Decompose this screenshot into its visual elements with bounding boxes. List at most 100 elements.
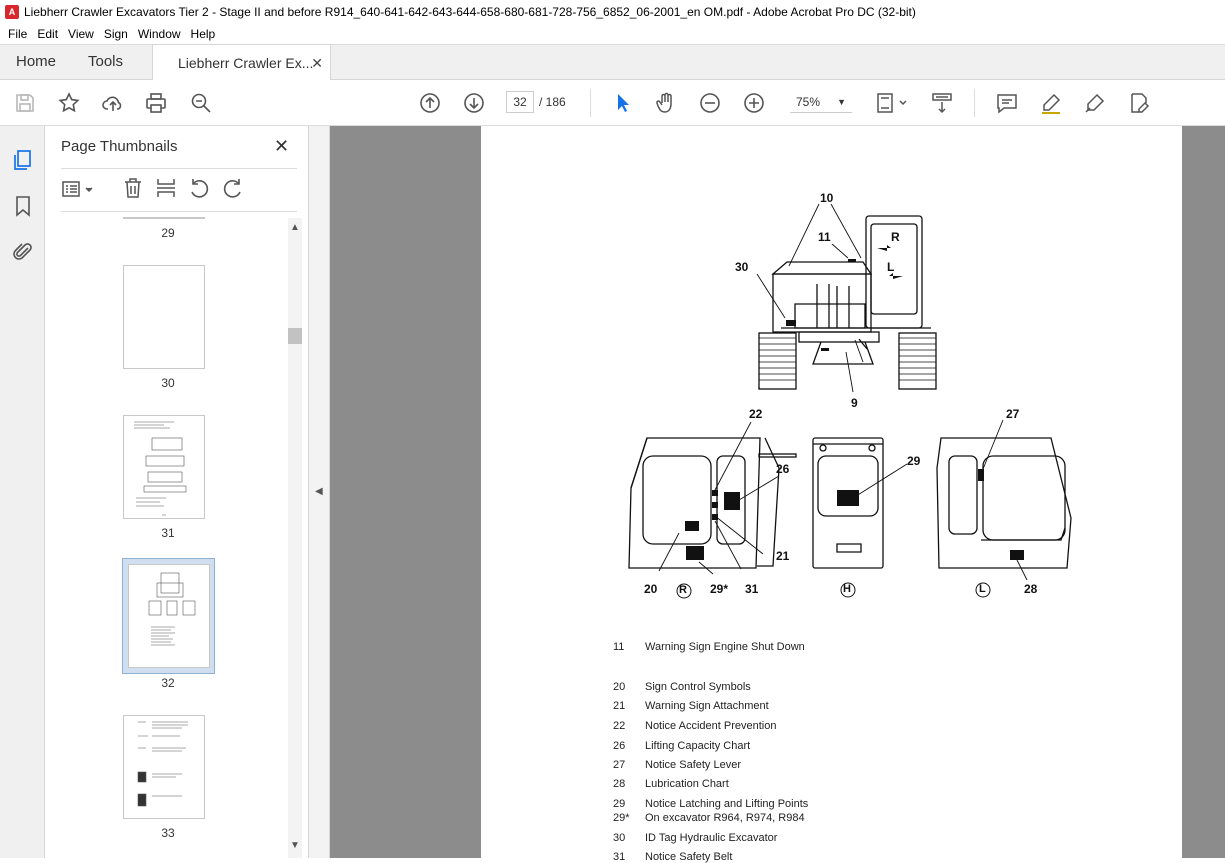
zoom-search-icon[interactable] xyxy=(188,90,214,116)
acrobat-app-icon: A xyxy=(5,4,19,19)
next-page-icon[interactable] xyxy=(461,90,487,116)
attachment-paperclip-icon[interactable] xyxy=(11,240,35,264)
view-mark-h: H xyxy=(843,583,851,595)
thumbnail-label-32: 32 xyxy=(161,676,175,690)
scroll-up-icon[interactable]: ▲ xyxy=(290,222,300,233)
divider xyxy=(61,168,297,169)
legend-text: Notice Latching and Lifting Points xyxy=(645,798,809,810)
window-title: Liebherr Crawler Excavators Tier 2 - Sta… xyxy=(24,4,916,19)
rotate-counterclockwise-icon[interactable] xyxy=(187,176,211,203)
select-cursor-icon[interactable] xyxy=(609,90,635,116)
tab-tools[interactable]: Tools xyxy=(88,45,123,80)
legend-number: 29 xyxy=(613,798,626,810)
diagram-label-10: 10 xyxy=(820,191,834,205)
diagram-label-11: 11 xyxy=(818,230,831,244)
chevron-left-icon[interactable]: ◀ xyxy=(315,486,323,497)
tab-document[interactable]: Liebherr Crawler Ex... ✕ xyxy=(152,44,331,81)
legend-text: Warning Sign Attachment xyxy=(645,700,769,712)
legend-text: Sign Control Symbols xyxy=(645,681,751,693)
upload-cloud-icon[interactable] xyxy=(100,90,126,116)
legend-number: 26 xyxy=(613,740,626,752)
hand-tool-icon[interactable] xyxy=(653,90,679,116)
delete-trash-icon[interactable] xyxy=(121,176,145,203)
pdf-page: 10 11 30 9 R L 22 26 21 20 29* 31 29 27 … xyxy=(481,126,1182,863)
left-navigation-rail xyxy=(0,126,45,858)
save-icon[interactable] xyxy=(12,90,38,116)
diagram-label-27: 27 xyxy=(1006,407,1020,421)
thumbnail-page-33[interactable] xyxy=(123,715,205,819)
thumbnail-page-32[interactable] xyxy=(128,564,210,668)
comment-icon[interactable] xyxy=(994,90,1020,116)
menu-window[interactable]: Window xyxy=(133,27,186,41)
toolbar-divider xyxy=(974,89,975,117)
menu-file[interactable]: File xyxy=(3,27,32,41)
view-mark-r: R xyxy=(679,584,687,596)
scroll-mode-icon[interactable] xyxy=(929,90,955,116)
zoom-level-dropdown[interactable]: 75% ▼ xyxy=(790,91,852,113)
diagram-label-26: 26 xyxy=(776,462,790,476)
legend-text: Notice Accident Prevention xyxy=(645,720,777,732)
page-fit-icon[interactable] xyxy=(874,90,910,116)
close-panel-icon[interactable]: ✕ xyxy=(274,136,289,157)
bookmark-icon[interactable] xyxy=(11,194,35,218)
diagram-label-28: 28 xyxy=(1024,582,1038,596)
tab-bar: Home Tools Liebherr Crawler Ex... ✕ xyxy=(0,44,1225,81)
legend-text: ID Tag Hydraulic Excavator xyxy=(645,832,778,844)
view-mark-l: L xyxy=(979,583,986,595)
page-thumbnails-panel: Page Thumbnails ✕ 29 30 31 32 33 ▲ ▼ xyxy=(45,126,309,858)
panel-collapse-handle[interactable]: ◀ xyxy=(309,126,330,858)
zoom-in-icon[interactable] xyxy=(741,90,767,116)
diagram-label-30: 30 xyxy=(735,260,749,274)
thumbnails-scrollbar[interactable]: ▲ ▼ xyxy=(288,218,302,858)
diagram-label-29-star: 29* xyxy=(710,582,729,596)
draw-sign-icon[interactable] xyxy=(1082,90,1108,116)
legend-text: Lifting Capacity Chart xyxy=(645,740,751,752)
legend-number: 21 xyxy=(613,700,626,712)
document-view[interactable]: 10 11 30 9 R L 22 26 21 20 29* 31 29 27 … xyxy=(330,126,1225,863)
rotate-clockwise-icon[interactable] xyxy=(221,176,245,203)
diagram-label-9: 9 xyxy=(851,396,858,410)
diagram-label-22: 22 xyxy=(749,407,763,421)
highlight-pen-icon[interactable] xyxy=(1038,90,1064,116)
insert-page-icon[interactable] xyxy=(154,176,178,203)
chevron-down-icon: ▼ xyxy=(837,97,846,107)
panel-title: Page Thumbnails xyxy=(61,138,178,155)
tab-home[interactable]: Home xyxy=(16,45,56,80)
menu-view[interactable]: View xyxy=(63,27,99,41)
toolbar-divider xyxy=(590,89,591,117)
thumbnail-label-31: 31 xyxy=(161,526,175,540)
close-tab-icon[interactable]: ✕ xyxy=(311,45,323,81)
thumbnail-label-30: 30 xyxy=(161,376,175,390)
legend-number: 11 xyxy=(613,641,625,653)
thumbnail-page-31[interactable] xyxy=(123,415,205,519)
title-bar: A Liebherr Crawler Excavators Tier 2 - S… xyxy=(0,0,1225,23)
legend-text: Notice Safety Belt xyxy=(645,851,733,863)
legend-number: 20 xyxy=(613,681,626,693)
page-thumbnails-icon[interactable] xyxy=(11,148,35,172)
thumbnail-options-icon[interactable] xyxy=(61,178,95,200)
print-icon[interactable] xyxy=(143,90,169,116)
diagram-label-21: 21 xyxy=(776,549,790,563)
legend-number: 29* xyxy=(613,812,630,824)
tab-document-label: Liebherr Crawler Ex... xyxy=(178,55,314,71)
scroll-down-icon[interactable]: ▼ xyxy=(290,840,300,851)
legend-number: 30 xyxy=(613,832,626,844)
page-number-input[interactable]: 32 xyxy=(506,91,534,113)
thumbnail-page-29-edge[interactable] xyxy=(123,217,205,219)
menu-bar: File Edit View Sign Window Help xyxy=(0,23,1225,44)
cab-mark-r: R xyxy=(891,230,900,244)
star-icon[interactable] xyxy=(56,90,82,116)
legend-text: On excavator R964, R974, R984 xyxy=(645,812,805,824)
scrollbar-thumb[interactable] xyxy=(288,328,302,344)
menu-sign[interactable]: Sign xyxy=(99,27,133,41)
zoom-out-icon[interactable] xyxy=(697,90,723,116)
previous-page-icon[interactable] xyxy=(417,90,443,116)
legend-number: 31 xyxy=(613,851,626,863)
menu-help[interactable]: Help xyxy=(186,27,221,41)
diagram-label-20: 20 xyxy=(644,582,658,596)
menu-edit[interactable]: Edit xyxy=(32,27,63,41)
cab-mark-l: L xyxy=(887,260,895,274)
thumbnail-page-30[interactable] xyxy=(123,265,205,369)
diagram-label-31: 31 xyxy=(745,582,759,596)
edit-pdf-icon[interactable] xyxy=(1126,90,1152,116)
